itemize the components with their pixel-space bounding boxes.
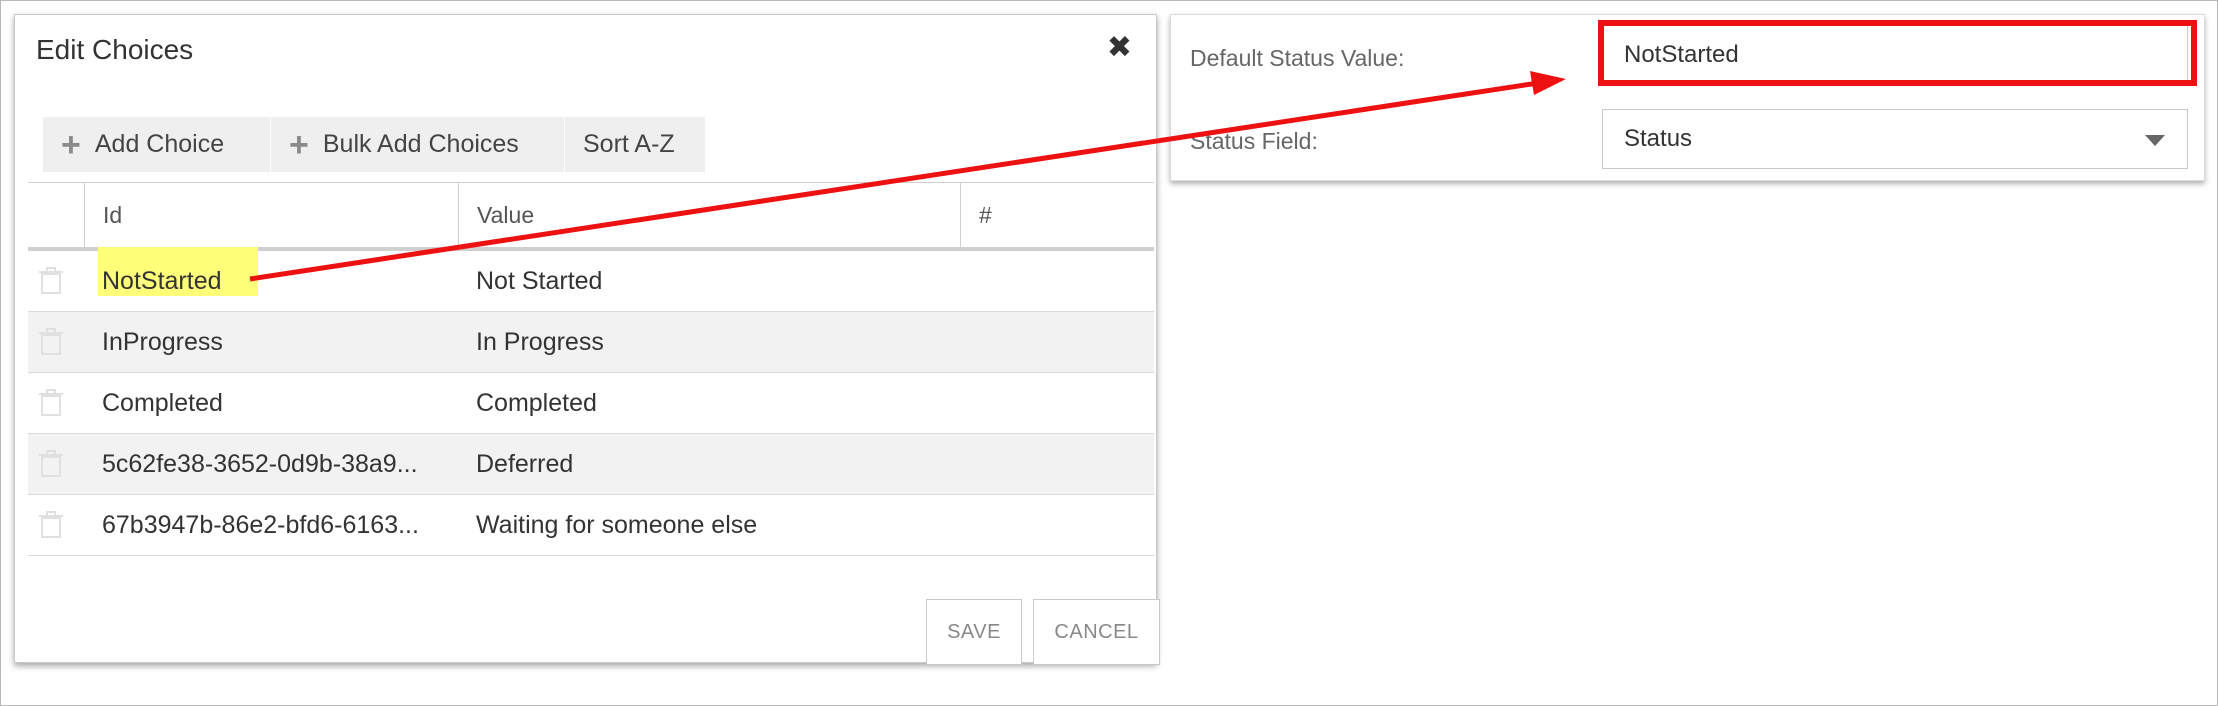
row-id-cell: 5c62fe38-3652-0d9b-38a9... — [102, 449, 418, 478]
sort-a-z-button[interactable]: Sort A-Z — [565, 117, 705, 172]
bulk-add-label: Bulk Add Choices — [322, 130, 519, 158]
default-status-label: Default Status Value: — [1190, 45, 1405, 71]
header-order[interactable]: # — [960, 183, 1154, 247]
header-delete-column — [28, 183, 84, 247]
choices-grid: Id Value # NotStarted Not Started InProg… — [28, 182, 1154, 556]
status-field-select[interactable]: Status — [1602, 109, 2188, 169]
status-settings-panel: Default Status Value: NotStarted Status … — [1170, 14, 2205, 181]
table-row[interactable]: NotStarted Not Started — [28, 247, 1154, 312]
header-id[interactable]: Id — [84, 183, 458, 247]
trash-icon[interactable] — [36, 448, 66, 478]
status-field-selected-value: Status — [1624, 125, 1693, 152]
status-field-label: Status Field: — [1190, 128, 1318, 154]
default-status-field[interactable]: NotStarted — [1602, 25, 2188, 85]
row-value-cell: Waiting for someone else — [476, 510, 758, 539]
sort-label: Sort A-Z — [583, 130, 675, 158]
trash-icon[interactable] — [36, 509, 66, 539]
row-id-cell: NotStarted — [84, 251, 458, 311]
save-button[interactable]: SAVE — [926, 599, 1022, 665]
table-row[interactable]: 67b3947b-86e2-bfd6-6163... Waiting for s… — [28, 495, 1154, 556]
bulk-add-choices-button[interactable]: + Bulk Add Choices — [271, 117, 564, 172]
plus-icon: + — [61, 125, 81, 164]
row-value-cell: Deferred — [476, 449, 574, 478]
trash-icon[interactable] — [36, 265, 66, 295]
cancel-button[interactable]: CANCEL — [1033, 599, 1160, 665]
add-choice-label: Add Choice — [94, 130, 225, 158]
row-value-cell: In Progress — [476, 327, 604, 356]
caret-down-icon[interactable] — [2145, 135, 2165, 146]
table-row[interactable]: 5c62fe38-3652-0d9b-38a9... Deferred — [28, 434, 1154, 495]
close-icon[interactable]: ✖ — [1107, 33, 1132, 63]
header-value[interactable]: Value — [458, 183, 960, 247]
add-choice-button[interactable]: + Add Choice — [43, 117, 270, 172]
row-id-text: NotStarted — [102, 266, 222, 295]
row-value-cell: Completed — [476, 388, 597, 417]
row-id-cell: InProgress — [102, 327, 223, 356]
table-row[interactable]: InProgress In Progress — [28, 312, 1154, 373]
dialog-title: Edit Choices — [36, 34, 194, 65]
plus-icon: + — [289, 125, 309, 164]
table-row[interactable]: Completed Completed — [28, 373, 1154, 434]
row-value-cell: Not Started — [476, 266, 603, 295]
edit-choices-dialog: Edit Choices ✖ + Add Choice + Bulk Add C… — [14, 14, 1160, 665]
trash-icon[interactable] — [36, 326, 66, 356]
trash-icon[interactable] — [36, 387, 66, 417]
grid-header: Id Value # — [28, 182, 1154, 251]
row-id-cell: Completed — [102, 388, 223, 417]
row-id-cell: 67b3947b-86e2-bfd6-6163... — [102, 510, 419, 539]
